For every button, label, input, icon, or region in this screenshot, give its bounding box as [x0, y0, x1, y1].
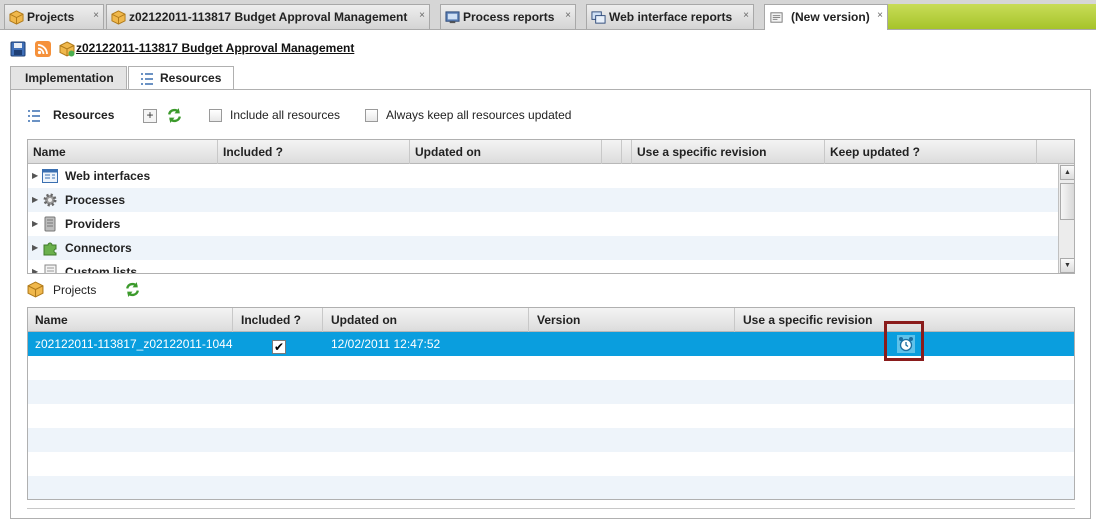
list-icon	[141, 73, 153, 85]
vertical-scrollbar[interactable]: ▲ ▼	[1058, 164, 1074, 273]
column-header[interactable]: Name	[28, 140, 218, 164]
close-icon[interactable]: ×	[743, 3, 749, 28]
projects-section-title: Projects	[53, 283, 97, 297]
tab-label: Projects	[27, 10, 75, 24]
close-icon[interactable]: ×	[877, 3, 883, 28]
tab-projects[interactable]: Projects ×	[4, 4, 104, 29]
list-icon	[28, 110, 40, 122]
web-interface-icon	[42, 169, 58, 183]
tab-strip-accent	[888, 4, 1096, 29]
tree-row[interactable]: ▶ Custom lists	[28, 260, 1058, 274]
tab-web-interface-reports[interactable]: Web interface reports ×	[586, 4, 754, 29]
table-row[interactable]	[28, 404, 1074, 428]
tab-label: z02122011-113817 Budget Approval Managem…	[129, 10, 408, 24]
database-icon	[44, 216, 56, 232]
highlight-box	[884, 321, 924, 361]
project-name: z02122011-113817_z02122011-1044	[35, 337, 233, 351]
include-all-checkbox[interactable]	[209, 109, 222, 122]
tab-process-reports[interactable]: Process reports ×	[440, 4, 576, 29]
include-all-label: Include all resources	[230, 108, 341, 122]
save-icon[interactable]	[10, 41, 26, 57]
tab-label: Web interface reports	[609, 10, 733, 24]
refresh-icon[interactable]	[166, 107, 183, 124]
refresh-icon[interactable]	[124, 281, 141, 298]
keep-updated-checkbox[interactable]	[365, 109, 378, 122]
column-header[interactable]: Updated on	[410, 140, 602, 164]
tree-item-label: Connectors	[65, 241, 132, 255]
package-icon	[9, 10, 24, 25]
tree-item-label: Processes	[65, 193, 126, 207]
close-icon[interactable]: ×	[93, 3, 99, 28]
scroll-up-icon[interactable]: ▲	[1060, 165, 1074, 180]
column-header[interactable]: Updated on	[323, 308, 529, 332]
included-checkbox[interactable]: ✔	[272, 340, 286, 354]
tab-label: Process reports	[463, 10, 555, 24]
expand-icon[interactable]: ▶	[32, 267, 38, 273]
page-title[interactable]: z02122011-113817 Budget Approval Managem…	[76, 41, 354, 55]
tab-resources[interactable]: Resources	[128, 66, 234, 90]
tab-label: (New version)	[791, 10, 870, 24]
puzzle-icon	[43, 242, 57, 256]
grid-header: Name Included ? Updated on Use a specifi…	[28, 140, 1074, 164]
tree-item-label: Providers	[65, 217, 121, 231]
keep-updated-label: Always keep all resources updated	[386, 108, 572, 122]
tree-item-label: Web interfaces	[65, 169, 151, 183]
updated-on: 12/02/2011 12:47:52	[331, 337, 441, 351]
close-icon[interactable]: ×	[565, 3, 571, 28]
tab-label: Resources	[160, 71, 222, 85]
gear-icon	[43, 193, 57, 207]
tab-budget-approval[interactable]: z02122011-113817 Budget Approval Managem…	[106, 4, 430, 29]
expand-icon[interactable]: ▶	[32, 195, 38, 204]
tree-row[interactable]: ▶ Web interfaces	[28, 164, 1058, 188]
resources-section-title: Resources	[53, 108, 115, 122]
divider	[27, 508, 1075, 509]
table-row[interactable]	[28, 428, 1074, 452]
package-icon	[111, 10, 126, 25]
package-icon	[27, 281, 44, 298]
table-row[interactable]	[28, 452, 1074, 476]
package-icon	[59, 41, 75, 57]
expand-icon[interactable]: ▶	[32, 243, 38, 252]
column-header[interactable]: Included ?	[233, 308, 323, 332]
monitor-icon	[445, 11, 460, 24]
column-header[interactable]: Use a specific revision	[632, 140, 825, 164]
tree-row[interactable]: ▶ Providers	[28, 212, 1058, 236]
column-header[interactable]: Keep updated ?	[825, 140, 1037, 164]
close-icon[interactable]: ×	[419, 3, 425, 28]
tab-new-version[interactable]: (New version) ×	[764, 4, 888, 30]
column-header[interactable]	[602, 140, 622, 164]
resources-grid: Name Included ? Updated on Use a specifi…	[27, 139, 1075, 274]
table-row[interactable]	[28, 380, 1074, 404]
column-header[interactable]: Name	[28, 308, 233, 332]
plus-icon[interactable]: +	[143, 109, 157, 123]
expand-icon[interactable]: ▶	[32, 219, 38, 228]
column-header-spacer	[622, 140, 632, 164]
tab-implementation[interactable]: Implementation	[10, 66, 127, 89]
scroll-thumb[interactable]	[1060, 183, 1074, 220]
column-header[interactable]: Version	[529, 308, 735, 332]
rss-icon[interactable]	[35, 41, 51, 57]
tree-row[interactable]: ▶ Connectors	[28, 236, 1058, 260]
windows-icon	[591, 11, 606, 24]
table-row[interactable]	[28, 476, 1074, 499]
tree-row[interactable]: ▶ Processes	[28, 188, 1058, 212]
column-header[interactable]: Included ?	[218, 140, 410, 164]
tab-label: Implementation	[25, 71, 114, 85]
tree-item-label: Custom lists	[65, 265, 138, 274]
list-icon	[44, 264, 57, 273]
document-icon	[770, 12, 783, 23]
expand-icon[interactable]: ▶	[32, 171, 38, 180]
scroll-down-icon[interactable]: ▼	[1060, 258, 1074, 273]
editor-tab-strip: Projects × z02122011-113817 Budget Appro…	[0, 0, 1096, 30]
